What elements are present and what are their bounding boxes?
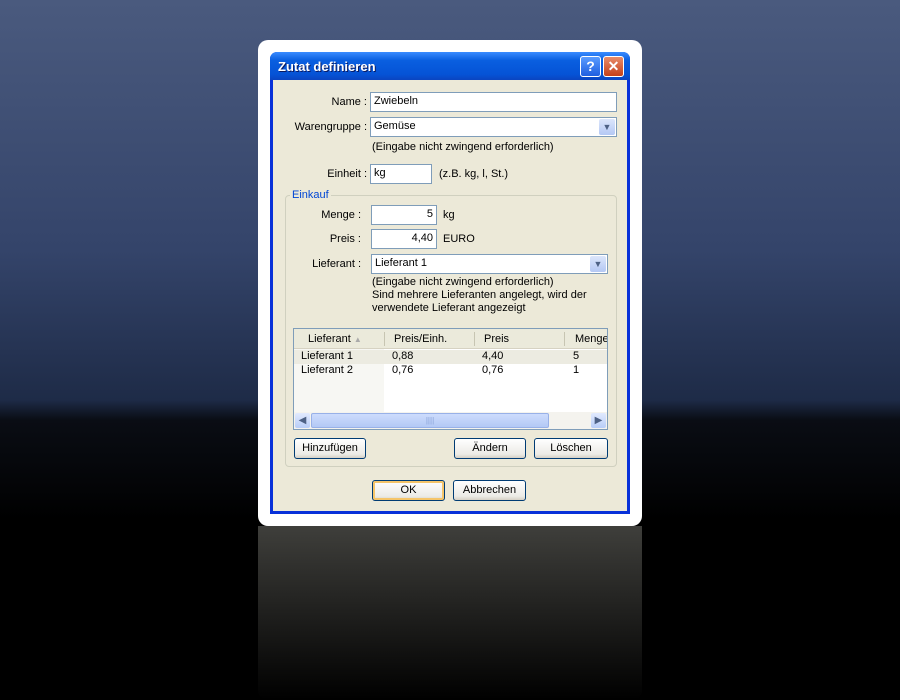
name-input[interactable]: Zwiebeln — [370, 92, 617, 112]
preis-label: Preis : — [329, 233, 361, 245]
einheit-input[interactable]: kg — [370, 164, 432, 184]
cell: 0,76 — [392, 364, 414, 376]
scrollbar-thumb[interactable]: |||| — [311, 413, 549, 428]
column-header-preis-einh[interactable]: Preis/Einh. — [394, 333, 447, 345]
column-divider[interactable] — [384, 332, 385, 346]
lieferant-value: Lieferant 1 — [375, 257, 427, 269]
cell: 0,76 — [482, 364, 504, 376]
close-button[interactable]: ✕ — [603, 56, 624, 77]
scroll-right-icon[interactable]: ▶ — [591, 413, 606, 428]
ok-button[interactable]: OK — [372, 480, 445, 501]
edit-button[interactable]: Ändern — [454, 438, 526, 459]
warengruppe-value: Gemüse — [374, 120, 416, 132]
column-header-menge[interactable]: Menge — [575, 333, 607, 345]
table-row[interactable]: Lieferant 1 0,88 4,40 5 — [294, 350, 607, 364]
warengruppe-label: Warengruppe : — [294, 121, 367, 133]
window-title: Zutat definieren — [278, 59, 376, 74]
sort-ascending-icon: ▲ — [353, 335, 362, 344]
einkauf-legend: Einkauf — [290, 189, 331, 201]
lieferant-hint: Sind mehrere Lieferanten angelegt, wird … — [372, 289, 587, 301]
preis-unit: EURO — [443, 233, 475, 245]
chevron-down-icon[interactable]: ▼ — [590, 256, 606, 272]
cell: 5 — [573, 350, 580, 362]
warengruppe-hint: (Eingabe nicht zwingend erforderlich) — [372, 141, 554, 153]
column-divider[interactable] — [564, 332, 565, 346]
horizontal-scrollbar[interactable]: ◀ |||| ▶ — [294, 412, 607, 429]
lieferant-label: Lieferant : — [312, 258, 361, 270]
name-label: Name : — [331, 96, 367, 108]
help-button[interactable]: ? — [580, 56, 601, 77]
cell: 0,88 — [392, 350, 414, 362]
lieferant-table[interactable]: Lieferant ▲ Preis/Einh. Preis Menge Lief… — [293, 328, 608, 430]
dialog-window: Zutat definieren ? ✕ Name : Zwiebeln War… — [270, 52, 630, 514]
cell: 4,40 — [482, 350, 504, 362]
column-divider[interactable] — [474, 332, 475, 346]
menge-label: Menge : — [321, 209, 361, 221]
cell: Lieferant 2 — [301, 364, 353, 376]
warengruppe-select[interactable]: Gemüse ▼ — [370, 117, 617, 137]
dialog-reflection — [258, 526, 642, 700]
lieferant-hint: verwendete Lieferant angezeigt — [372, 302, 526, 314]
preis-input[interactable]: 4,40 — [371, 229, 437, 249]
table-header: Lieferant ▲ Preis/Einh. Preis Menge — [294, 329, 607, 349]
lieferant-hint: (Eingabe nicht zwingend erforderlich) — [372, 276, 554, 288]
menge-unit: kg — [443, 209, 455, 221]
title-bar: Zutat definieren ? ✕ — [270, 52, 630, 80]
lieferant-select[interactable]: Lieferant 1 ▼ — [371, 254, 608, 274]
einheit-hint: (z.B. kg, l, St.) — [439, 168, 509, 180]
cell: Lieferant 1 — [301, 350, 353, 362]
chevron-down-icon[interactable]: ▼ — [599, 119, 615, 135]
column-label: Lieferant — [308, 333, 351, 345]
cancel-button[interactable]: Abbrechen — [453, 480, 526, 501]
table-row[interactable]: Lieferant 2 0,76 0,76 1 — [294, 364, 607, 378]
einheit-label: Einheit : — [327, 168, 367, 180]
add-button[interactable]: Hinzufügen — [294, 438, 366, 459]
delete-button[interactable]: Löschen — [534, 438, 608, 459]
column-header-lieferant[interactable]: Lieferant ▲ — [308, 333, 362, 345]
scroll-left-icon[interactable]: ◀ — [295, 413, 310, 428]
menge-input[interactable]: 5 — [371, 205, 437, 225]
column-header-preis[interactable]: Preis — [484, 333, 509, 345]
dialog-body: Name : Zwiebeln Warengruppe : Gemüse ▼ (… — [273, 80, 627, 511]
cell: 1 — [573, 364, 580, 376]
